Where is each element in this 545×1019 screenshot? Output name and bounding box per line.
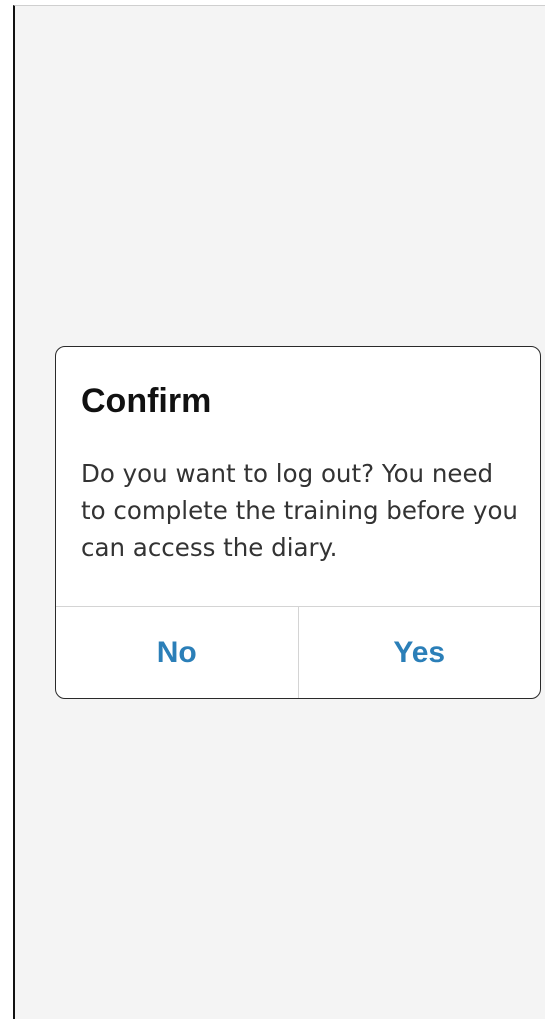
dialog-message: Do you want to log out? You need to comp… <box>81 459 518 562</box>
no-button[interactable]: No <box>56 607 299 698</box>
dialog-title: Confirm <box>81 382 212 420</box>
dialog-actions: No Yes <box>56 606 540 698</box>
app-screen: Confirm Do you want to log out? You need… <box>13 5 545 1019</box>
confirm-dialog: Confirm Do you want to log out? You need… <box>55 346 541 699</box>
yes-button[interactable]: Yes <box>299 607 541 698</box>
